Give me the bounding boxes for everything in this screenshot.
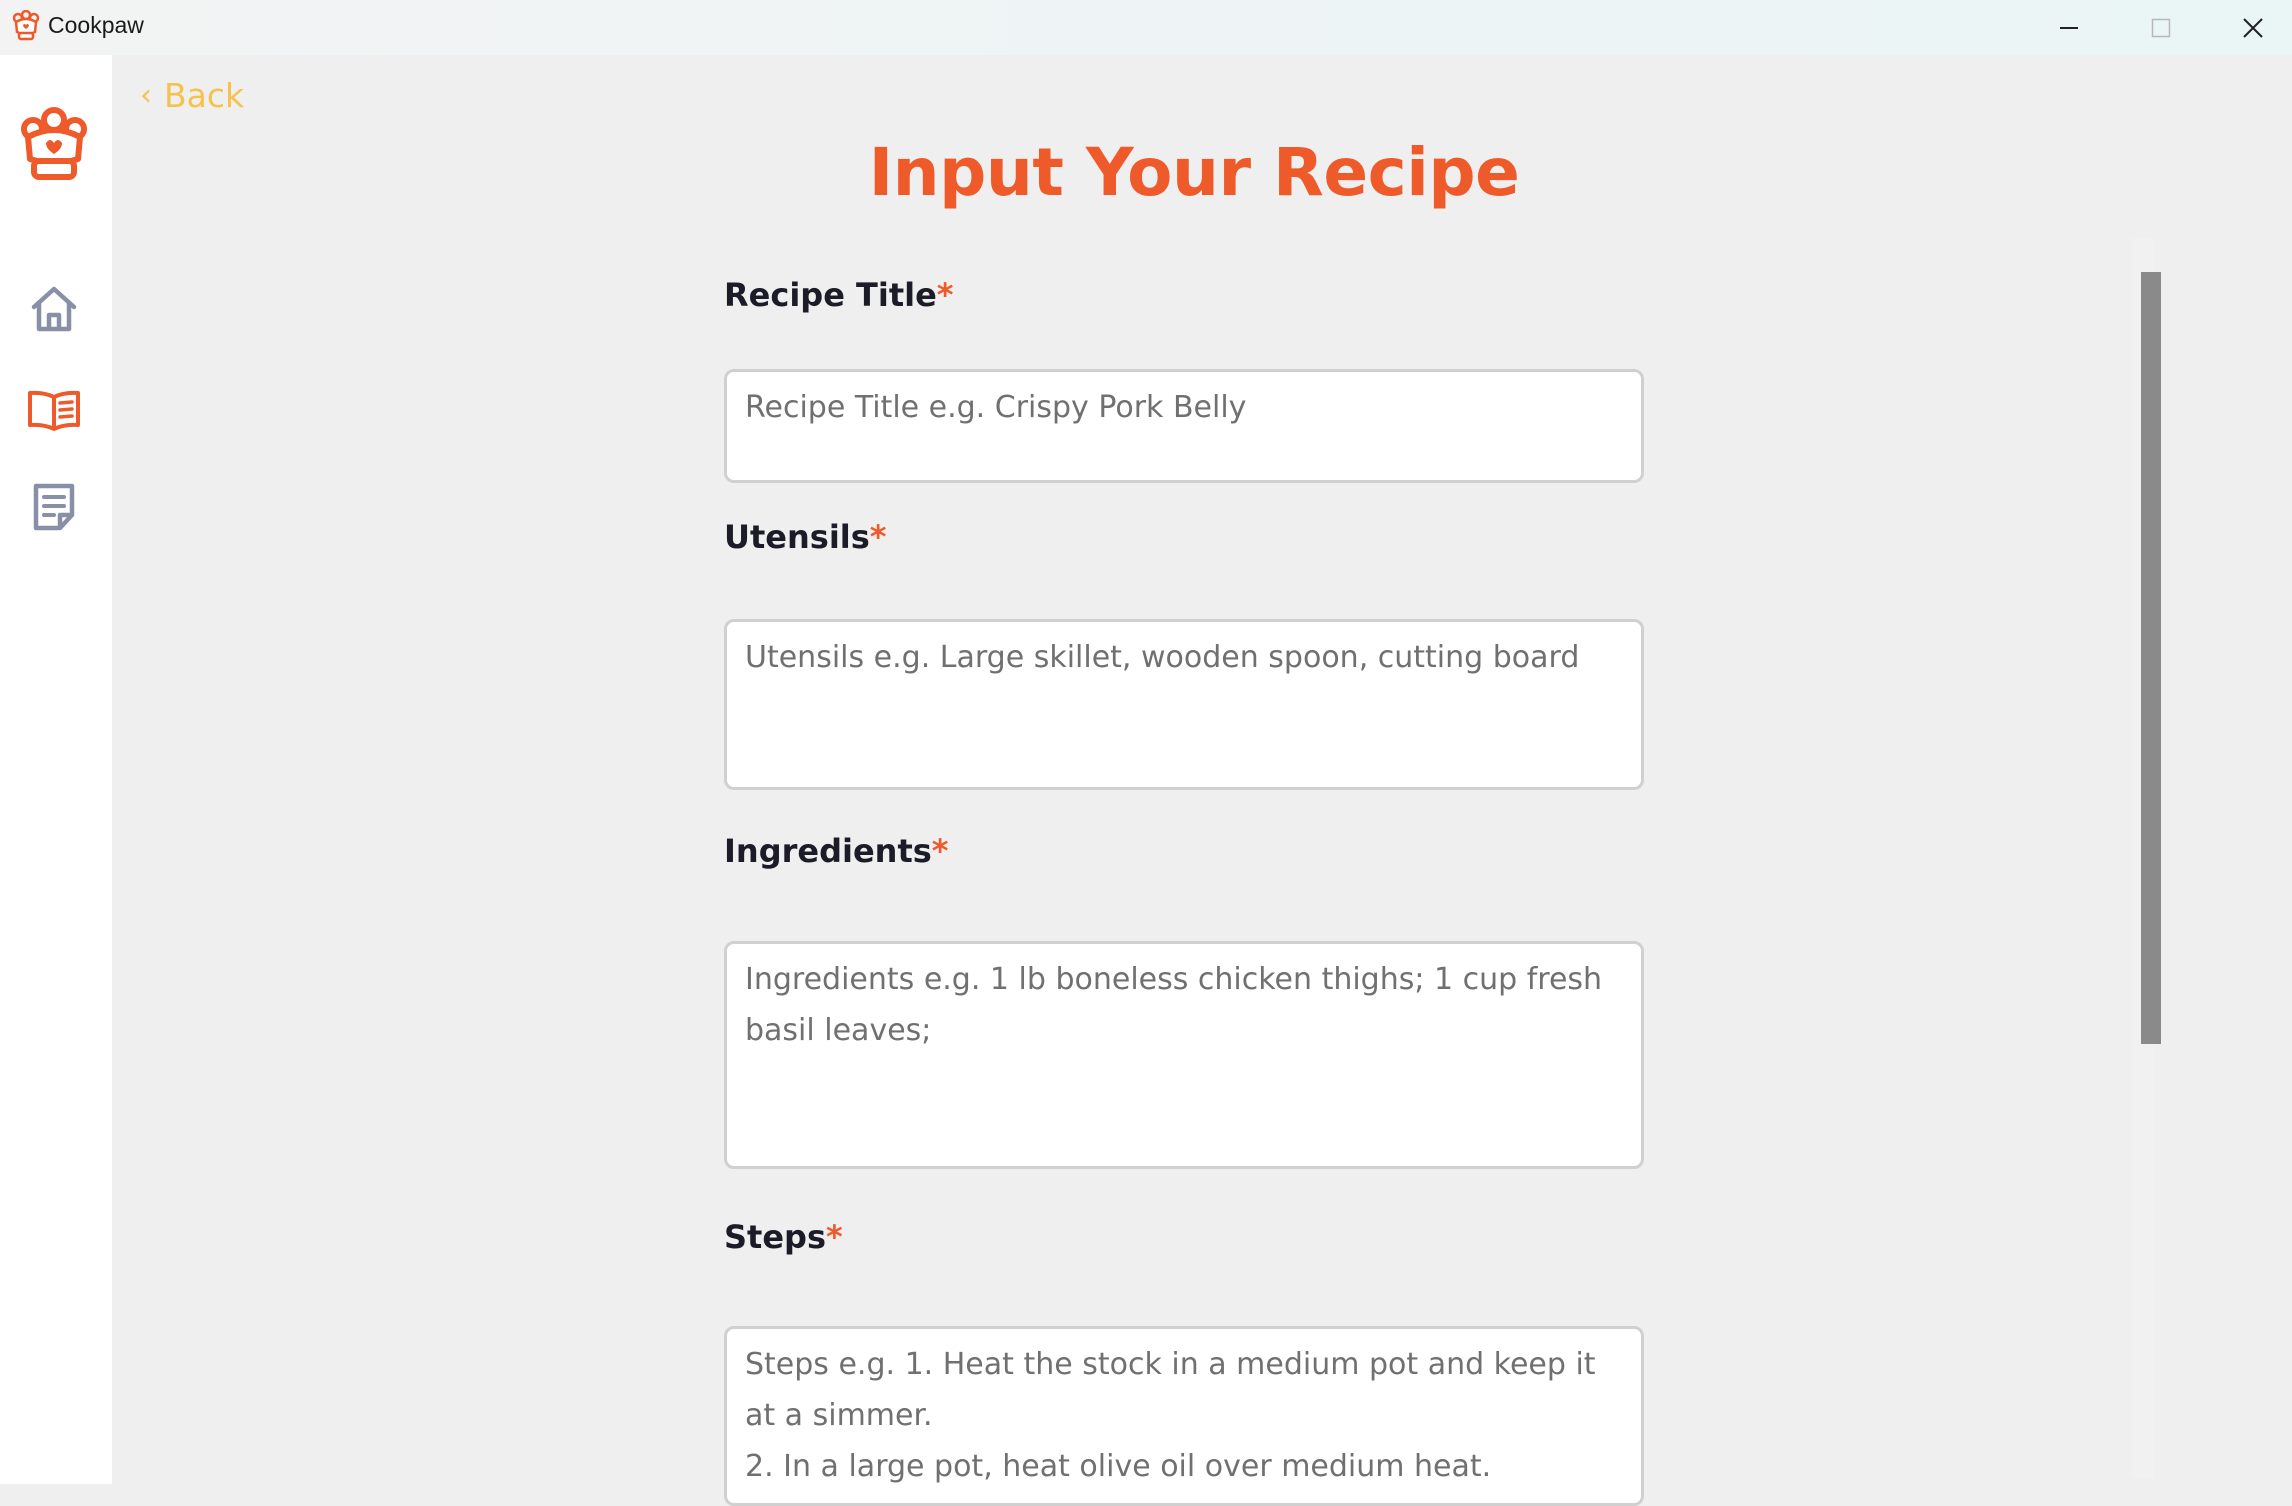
window-title: Cookpaw (48, 12, 144, 38)
window-titlebar: Cookpaw (0, 0, 2292, 55)
ingredients-label-text: Ingredients (724, 832, 932, 870)
minimize-icon (2060, 26, 2078, 29)
chef-paw-logo-icon[interactable] (20, 107, 88, 187)
utensils-label: Utensils* (724, 518, 887, 556)
steps-label: Steps* (724, 1218, 843, 1256)
open-book-icon (28, 390, 80, 431)
sidebar-item-recipe-book[interactable] (22, 379, 86, 443)
close-button[interactable] (2207, 0, 2292, 55)
page-title: Input Your Recipe (868, 134, 1520, 211)
recipe-title-input[interactable] (724, 369, 1644, 483)
chevron-left-icon: ‹ (140, 77, 152, 113)
ingredients-label: Ingredients* (724, 832, 949, 870)
utensils-label-text: Utensils (724, 518, 870, 556)
minimize-button[interactable] (2023, 0, 2115, 55)
required-marker: * (869, 518, 887, 556)
sidebar (0, 55, 112, 1484)
close-icon (2243, 17, 2263, 38)
recipe-title-label: Recipe Title* (724, 276, 954, 314)
sidebar-item-home[interactable] (22, 277, 86, 341)
steps-label-text: Steps (724, 1218, 826, 1256)
recipe-title-label-text: Recipe Title (724, 276, 937, 314)
sidebar-item-notes[interactable] (22, 475, 86, 539)
back-button[interactable]: ‹ Back (140, 76, 244, 115)
notes-icon (33, 483, 75, 531)
steps-input[interactable] (724, 1326, 1644, 1506)
scrollbar-thumb[interactable] (2141, 272, 2161, 1044)
back-label: Back (164, 76, 245, 115)
home-icon (31, 286, 77, 332)
required-marker: * (826, 1218, 843, 1256)
maximize-button[interactable] (2115, 0, 2207, 55)
cookpaw-logo-icon (12, 9, 40, 42)
required-marker: * (931, 832, 949, 870)
required-marker: * (936, 276, 954, 314)
maximize-icon (2151, 18, 2171, 37)
ingredients-input[interactable] (724, 941, 1644, 1169)
utensils-input[interactable] (724, 619, 1644, 790)
